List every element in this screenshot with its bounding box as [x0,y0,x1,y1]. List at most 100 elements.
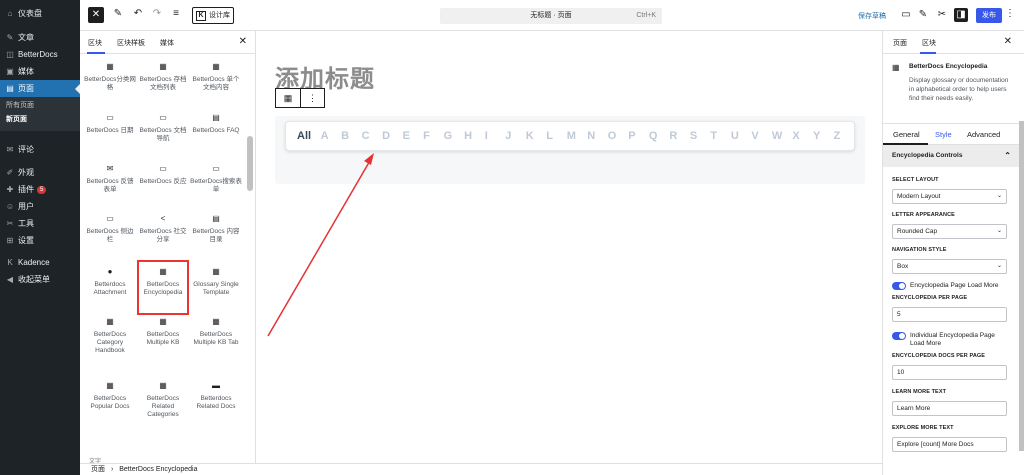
tab-page[interactable]: 页面 [893,38,907,48]
block-item[interactable]: ▭ BetterDocs搜索表单 [190,164,242,194]
individual-load-more-toggle-row[interactable]: Individual Encyclopedia Page Load More [892,332,1012,348]
save-draft-button[interactable]: 保存草稿 [858,11,886,21]
admin-menu-media[interactable]: ▣ 媒体 [0,63,80,80]
block-item[interactable]: ▬ Betterdocs Related Docs [190,381,242,411]
letter-item[interactable]: I [485,130,506,142]
docs-per-page-input[interactable]: 10 [892,365,1007,380]
admin-menu-kadence[interactable]: K Kadence [0,254,80,271]
explore-more-input[interactable]: Explore [count] More Docs [892,437,1007,452]
list-view-icon[interactable]: ≡ [169,8,183,19]
letter-item[interactable]: E [403,130,424,142]
block-item[interactable]: ▦ BetterDocs Related Categories [137,381,189,419]
letter-item[interactable]: Z [833,130,854,142]
learn-more-input[interactable]: Learn More [892,401,1007,416]
block-item[interactable]: ▤ BetterDocs FAQ [190,113,242,135]
edit-preview-icon[interactable]: ✎ [916,8,930,22]
block-item[interactable]: ▭ BetterDocs 侧边栏 [84,214,136,244]
admin-menu-settings[interactable]: ⊞ 设置 [0,232,80,249]
block-item[interactable]: ▭ BetterDocs 反应 [137,164,189,186]
letter-item[interactable]: U [731,130,752,142]
block-type-icon[interactable]: ▦ [276,89,300,107]
block-item[interactable]: ● Betterdocs Attachment [84,267,136,297]
design-library-button[interactable]: K 设计库 [192,7,234,24]
pencil-icon[interactable]: ✎ [111,8,125,19]
controls-panel-header[interactable]: Encyclopedia Controls ⌃ [883,145,1019,167]
letter-item[interactable]: M [567,130,588,142]
block-item[interactable]: ▭ BetterDocs 文档导航 [137,113,189,143]
tab-media[interactable]: 媒体 [160,38,174,48]
letter-appearance-dropdown[interactable]: Rounded Cap ⌄ [892,224,1007,239]
breadcrumb-root[interactable]: 页面 [91,466,105,473]
letter-item[interactable]: C [362,130,383,142]
document-bar[interactable]: 无标题 · 页面 Ctrl+K [440,8,662,24]
block-item[interactable]: ✉ BetterDocs 反馈表单 [84,164,136,194]
admin-menu-betterdocs[interactable]: ◫ BetterDocs [0,46,80,63]
block-item[interactable]: ▦ BetterDocs 单个文档内容 [190,62,242,92]
tab-general[interactable]: General [893,130,920,139]
admin-menu-pages[interactable]: ▤ 页面 [0,80,80,97]
page-load-more-toggle[interactable] [892,282,906,290]
letter-item[interactable]: F [423,130,444,142]
tab-advanced[interactable]: Advanced [967,130,1000,139]
settings-scrollbar[interactable] [1019,121,1024,451]
letter-item[interactable]: H [464,130,485,142]
block-item[interactable]: ▦ BetterDocs Popular Docs [84,381,136,411]
letter-item[interactable]: A [321,130,342,142]
block-options-icon[interactable]: ⋮ [299,89,324,107]
letter-item[interactable]: T [710,130,731,142]
encyclopedia-block[interactable]: All A B C D E F G H I J K L M N O P Q R S T U V W X Y Z [275,116,865,184]
letter-item[interactable]: Q [649,130,670,142]
letter-item[interactable]: P [628,130,649,142]
tab-style[interactable]: Style [935,130,952,139]
admin-menu-posts[interactable]: ✎ 文章 [0,29,80,46]
block-item[interactable]: ▭ BetterDocs 日期 [84,113,136,135]
per-page-input[interactable]: 5 [892,307,1007,322]
sidebar-toggle-icon[interactable]: ◨ [954,8,968,22]
admin-menu-users[interactable]: ☺ 用户 [0,198,80,215]
more-options-icon[interactable]: ⋮ [1005,8,1015,19]
letter-item[interactable]: J [505,130,526,142]
block-item[interactable]: < BetterDocs 社交分享 [137,214,189,244]
letter-item[interactable]: K [526,130,547,142]
admin-menu-comments[interactable]: ✉ 评论 [0,141,80,158]
navigation-style-dropdown[interactable]: Box ⌄ [892,259,1007,274]
admin-menu-collapse[interactable]: ◀ 收起菜单 [0,271,80,288]
select-layout-dropdown[interactable]: Modern Layout ⌄ [892,189,1007,204]
letter-item[interactable]: W [772,130,793,142]
publish-button[interactable]: 发布 [976,8,1002,23]
letter-all[interactable]: All [297,130,321,142]
admin-menu-tools[interactable]: ✂ 工具 [0,215,80,232]
block-item[interactable]: ▦ BetterDocs Multiple KB Tab [190,317,242,347]
block-item[interactable]: ▦ Glossary Single Template [190,267,242,297]
letter-item[interactable]: G [444,130,465,142]
breadcrumb-current[interactable]: BetterDocs Encyclopedia [119,466,197,473]
block-item[interactable]: ▦ BetterDocs Category Handbook [84,317,136,355]
desktop-preview-icon[interactable]: ▭ [899,8,913,22]
block-item[interactable]: ▦ BetterDocs Multiple KB [137,317,189,347]
admin-menu-dashboard[interactable]: ⌂ 仪表盘 [0,5,80,22]
kadence-settings-icon[interactable]: ✂ [935,8,949,22]
close-icon[interactable]: ✕ [1004,36,1012,47]
letter-item[interactable]: D [382,130,403,142]
tab-blocks[interactable]: 区块 [88,38,102,48]
undo-icon[interactable]: ↶ [131,8,145,19]
letter-item[interactable]: N [587,130,608,142]
close-icon[interactable]: ✕ [239,36,247,47]
letter-item[interactable]: O [608,130,629,142]
individual-load-more-toggle[interactable] [892,332,906,340]
letter-item[interactable]: S [690,130,711,142]
tab-patterns[interactable]: 区块样板 [117,38,145,48]
redo-icon[interactable]: ↷ [150,8,164,19]
letter-item[interactable]: L [546,130,567,142]
tab-block[interactable]: 区块 [922,38,936,48]
close-inserter-button[interactable]: ✕ [88,7,104,23]
block-item[interactable]: ▦ BetterDocs分类网格 [84,62,136,92]
admin-menu-appearance[interactable]: ✐ 外观 [0,164,80,181]
submenu-new-page[interactable]: 新页面 [0,113,80,127]
admin-menu-plugins[interactable]: ✚ 插件 5 [0,181,80,198]
letter-item[interactable]: Y [813,130,834,142]
block-item[interactable]: ▤ BetterDocs 内容目录 [190,214,242,244]
submenu-all-pages[interactable]: 所有页面 [0,99,80,113]
inserter-scrollbar[interactable] [247,136,253,191]
letter-item[interactable]: B [341,130,362,142]
